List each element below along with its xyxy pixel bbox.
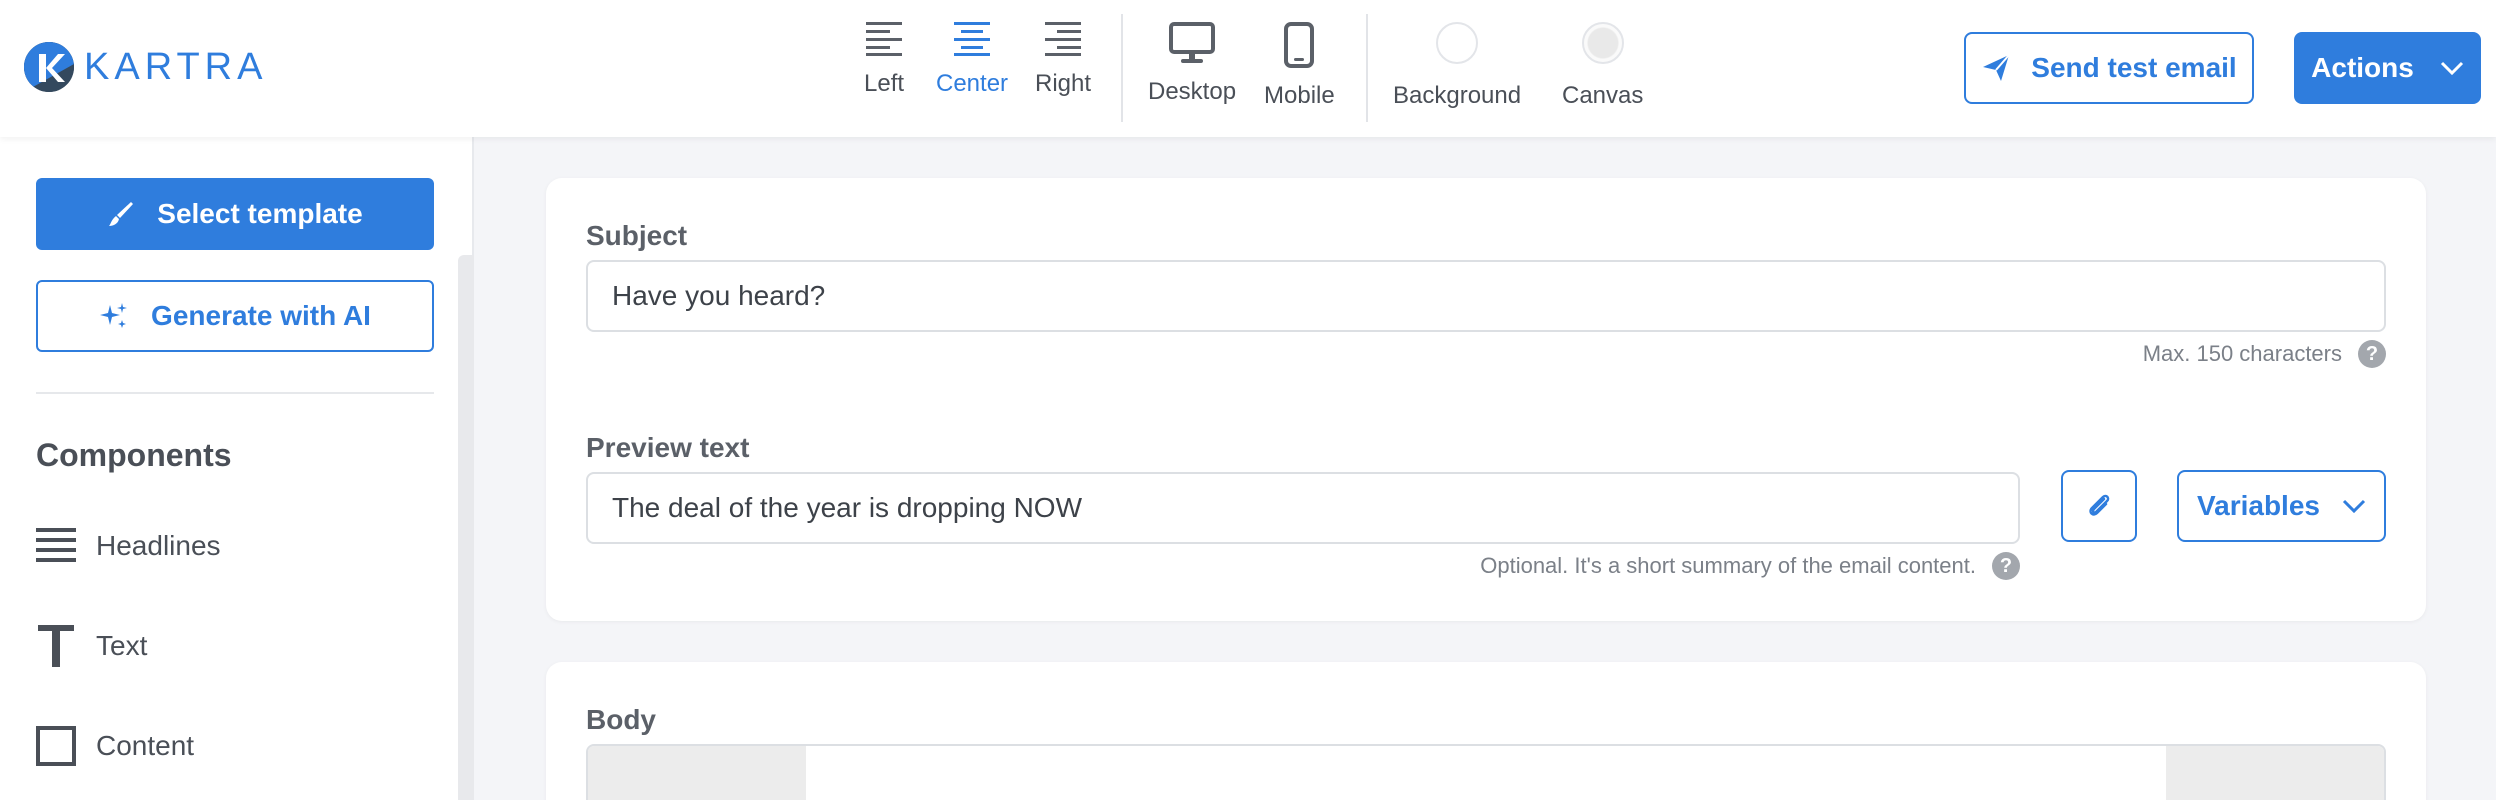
align-center-button[interactable]: Center	[936, 22, 1008, 114]
paintbrush-icon	[109, 202, 134, 226]
body-label: Body	[586, 704, 656, 735]
canvas-swatch	[1581, 22, 1624, 64]
generate-with-ai-label: Generate with AI	[151, 300, 371, 331]
preview-text-label: Preview text	[586, 432, 750, 463]
subject-input[interactable]	[586, 260, 2386, 332]
content-box-icon	[36, 726, 76, 766]
select-template-button[interactable]: Select template	[36, 178, 434, 250]
mobile-view-button[interactable]: Mobile	[1264, 22, 1335, 114]
component-text-label: Text	[96, 630, 148, 661]
desktop-label: Desktop	[1148, 78, 1237, 105]
actions-dropdown-button[interactable]: Actions	[2294, 32, 2481, 104]
align-center-label: Center	[936, 70, 1009, 97]
body-gutter-left	[588, 746, 806, 800]
component-content[interactable]: Content	[36, 722, 194, 770]
background-color-picker[interactable]: Background	[1393, 22, 1521, 114]
component-headlines-label: Headlines	[96, 530, 221, 561]
actions-label: Actions	[2311, 52, 2414, 83]
chevron-down-icon	[2440, 61, 2463, 75]
desktop-view-button[interactable]: Desktop	[1148, 22, 1236, 114]
logo-text: KARTRA	[84, 45, 268, 88]
align-right-label: Right	[1035, 70, 1092, 97]
attach-button[interactable]	[2061, 470, 2137, 542]
send-test-email-label: Send test email	[2031, 52, 2237, 83]
paperclip-icon	[2089, 494, 2110, 516]
preview-hint-text: Optional. It's a short summary of the em…	[1480, 553, 1976, 578]
variables-label: Variables	[2197, 490, 2320, 521]
mobile-icon	[1284, 22, 1315, 68]
body-gutter-right	[2166, 746, 2384, 800]
send-icon	[1983, 54, 2011, 81]
chevron-down-icon	[2342, 499, 2366, 513]
component-headlines[interactable]: Headlines	[36, 522, 221, 570]
toolbar-divider	[1366, 14, 1368, 122]
components-heading: Components	[36, 437, 232, 473]
align-left-button[interactable]: Left	[864, 22, 904, 114]
mobile-label: Mobile	[1264, 82, 1335, 109]
align-right-icon	[1045, 22, 1082, 56]
components-sidebar: Select template Generate with AI Compone…	[0, 137, 474, 800]
variables-dropdown-button[interactable]: Variables	[2177, 470, 2386, 542]
email-body-card: Body	[546, 662, 2426, 800]
select-template-label: Select template	[157, 198, 363, 229]
sidebar-scrollbar[interactable]	[458, 255, 474, 800]
sidebar-divider	[36, 392, 434, 394]
preview-text-input[interactable]	[586, 472, 2020, 544]
align-center-icon	[954, 22, 991, 56]
align-left-icon	[866, 22, 903, 56]
subject-hint: Max. 150 characters ?	[2143, 340, 2386, 368]
toolbar-divider	[1121, 14, 1123, 122]
generate-with-ai-button[interactable]: Generate with AI	[36, 280, 434, 352]
kartra-logo[interactable]: KARTRA	[24, 42, 267, 92]
subject-hint-text: Max. 150 characters	[2142, 341, 2342, 366]
component-content-label: Content	[96, 730, 195, 761]
help-icon[interactable]: ?	[2358, 340, 2386, 368]
text-icon	[38, 625, 74, 667]
align-right-button[interactable]: Right	[1035, 22, 1091, 114]
canvas-color-picker[interactable]: Canvas	[1562, 22, 1643, 114]
email-body-canvas[interactable]	[586, 744, 2386, 800]
background-label: Background	[1393, 82, 1522, 109]
background-swatch	[1436, 22, 1479, 64]
align-left-label: Left	[864, 70, 905, 97]
canvas-label: Canvas	[1562, 82, 1644, 109]
top-toolbar: KARTRA Left Center Right Desktop Mobile …	[0, 0, 2496, 137]
headlines-icon	[36, 528, 76, 562]
component-text[interactable]: Text	[36, 622, 147, 670]
sparkles-icon	[100, 303, 128, 328]
email-settings-card: Subject Max. 150 characters ? Preview te…	[546, 178, 2426, 621]
preview-hint: Optional. It's a short summary of the em…	[1480, 552, 2020, 580]
help-icon[interactable]: ?	[1992, 552, 2020, 580]
send-test-email-button[interactable]: Send test email	[1964, 32, 2254, 104]
desktop-icon	[1169, 22, 1216, 63]
subject-label: Subject	[586, 220, 688, 251]
kartra-logo-icon	[24, 42, 74, 92]
